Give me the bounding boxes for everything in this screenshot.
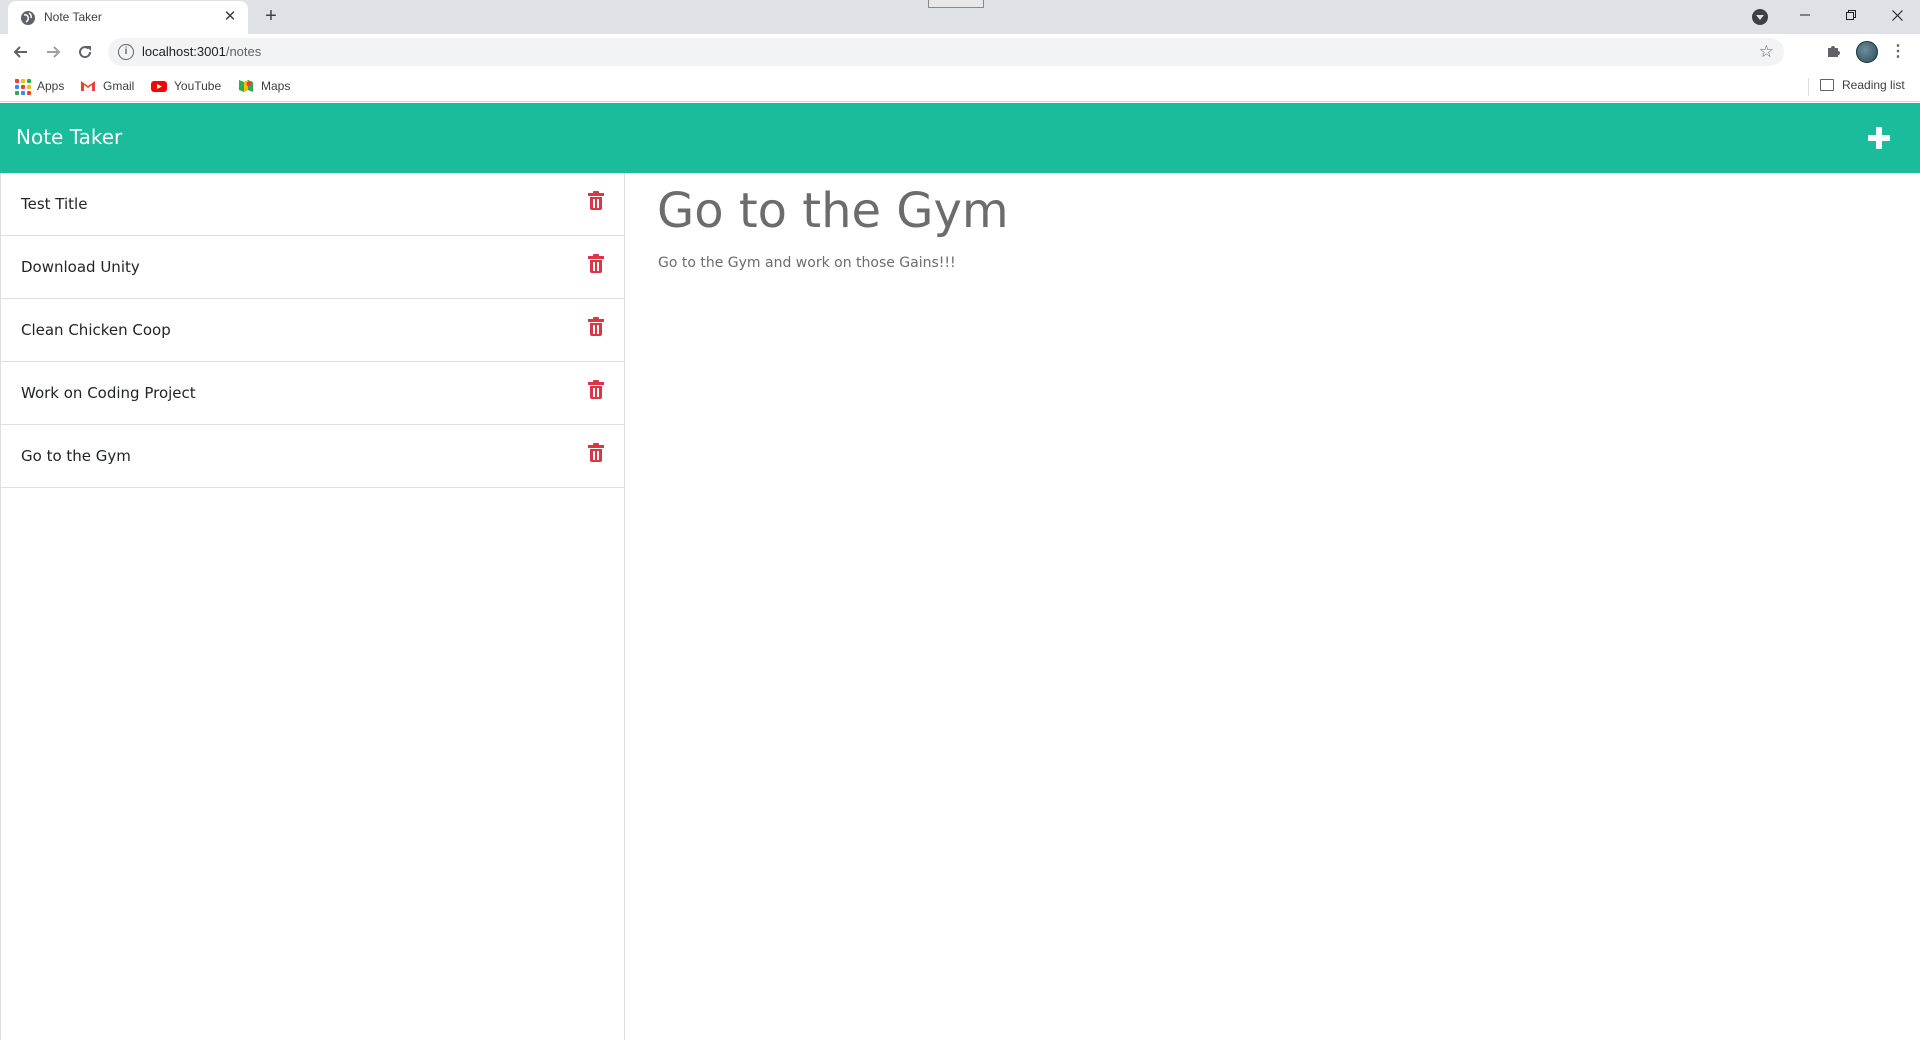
trash-icon[interactable]	[588, 443, 604, 463]
browser-tab-strip: Note Taker ✕ +	[0, 0, 1920, 34]
back-button[interactable]	[10, 41, 32, 63]
note-list-item[interactable]: Test Title	[1, 173, 624, 236]
note-list-item[interactable]: Go to the Gym	[1, 425, 624, 488]
minimize-icon	[1800, 14, 1810, 16]
arrow-right-icon	[47, 46, 61, 58]
trash-icon[interactable]	[588, 191, 604, 211]
note-list-item[interactable]: Work on Coding Project	[1, 362, 624, 425]
bookmark-label: Maps	[261, 79, 291, 93]
reading-list-label: Reading list	[1842, 78, 1905, 92]
tab-search-icon[interactable]	[1752, 9, 1768, 25]
globe-icon	[21, 11, 35, 25]
apps-grid-icon	[14, 78, 31, 95]
note-title[interactable]: Clean Chicken Coop	[21, 321, 171, 339]
puzzle-extensions-icon[interactable]	[1824, 43, 1842, 61]
reload-icon	[79, 46, 92, 59]
bookmark-label: YouTube	[174, 79, 222, 93]
bookmarks-bar: Apps Gmail YouTube Maps Reading list	[0, 70, 1920, 102]
app-navbar: Note Taker	[0, 103, 1920, 173]
trash-icon[interactable]	[588, 317, 604, 337]
restore-icon	[1846, 10, 1856, 20]
trash-icon[interactable]	[588, 380, 604, 400]
note-title[interactable]: Download Unity	[21, 258, 140, 276]
notes-list: Test Title Download Unity Clean Chicken …	[0, 173, 625, 1040]
note-text-field[interactable]: Go to the Gym and work on those Gains!!!	[658, 255, 956, 271]
tab-title: Note Taker	[44, 10, 102, 24]
note-title[interactable]: Go to the Gym	[21, 447, 131, 465]
bookmarks-divider	[1808, 78, 1809, 96]
trash-icon[interactable]	[588, 254, 604, 274]
browser-tab[interactable]: Note Taker ✕	[8, 1, 248, 34]
note-list-item[interactable]: Download Unity	[1, 236, 624, 299]
minimize-button[interactable]	[1782, 0, 1828, 30]
bookmark-gmail[interactable]: Gmail	[80, 78, 134, 94]
close-window-button[interactable]	[1874, 0, 1920, 30]
bookmark-label: Gmail	[103, 79, 135, 93]
forward-button[interactable]	[42, 41, 64, 63]
note-title[interactable]: Work on Coding Project	[21, 384, 196, 402]
note-editor: Go to the Gym Go to the Gym and work on …	[626, 173, 1920, 1040]
url-text[interactable]: localhost:3001/notes	[142, 44, 261, 59]
site-info-icon[interactable]: i	[118, 44, 134, 60]
app-brand[interactable]: Note Taker	[16, 125, 122, 149]
gmail-icon	[81, 81, 95, 91]
browser-toolbar: i localhost:3001/notes ☆ ⋮	[0, 34, 1920, 70]
maps-icon	[239, 80, 253, 92]
profile-avatar[interactable]	[1856, 41, 1878, 63]
restore-button[interactable]	[1828, 0, 1874, 30]
note-title[interactable]: Test Title	[21, 195, 87, 213]
reading-list-button[interactable]: Reading list	[1820, 78, 1905, 92]
note-list-item[interactable]: Clean Chicken Coop	[1, 299, 624, 362]
close-icon	[1891, 9, 1903, 21]
bookmark-youtube[interactable]: YouTube	[151, 78, 221, 94]
bookmark-maps[interactable]: Maps	[238, 78, 290, 94]
tab-close-icon[interactable]: ✕	[222, 9, 238, 25]
youtube-icon	[151, 81, 167, 92]
new-note-plus-icon[interactable]	[1864, 123, 1894, 153]
url-host: localhost:3001	[142, 44, 226, 59]
arrow-left-icon	[13, 46, 27, 58]
bookmark-star-icon[interactable]: ☆	[1759, 42, 1774, 62]
new-tab-button[interactable]: +	[260, 6, 282, 28]
bookmark-label: Apps	[37, 79, 65, 93]
reload-button[interactable]	[74, 41, 96, 63]
window-drag-handle[interactable]	[928, 0, 984, 8]
reading-list-icon	[1820, 79, 1834, 91]
bookmark-apps[interactable]: Apps	[14, 78, 65, 95]
note-title-field[interactable]: Go to the Gym	[657, 183, 1009, 239]
more-menu-icon[interactable]: ⋮	[1890, 41, 1906, 63]
url-path: /notes	[225, 44, 262, 59]
address-bar[interactable]: i localhost:3001/notes ☆	[108, 38, 1784, 66]
note-taker-app: Note Taker Test Title Download Unity Cle…	[0, 103, 1920, 1040]
